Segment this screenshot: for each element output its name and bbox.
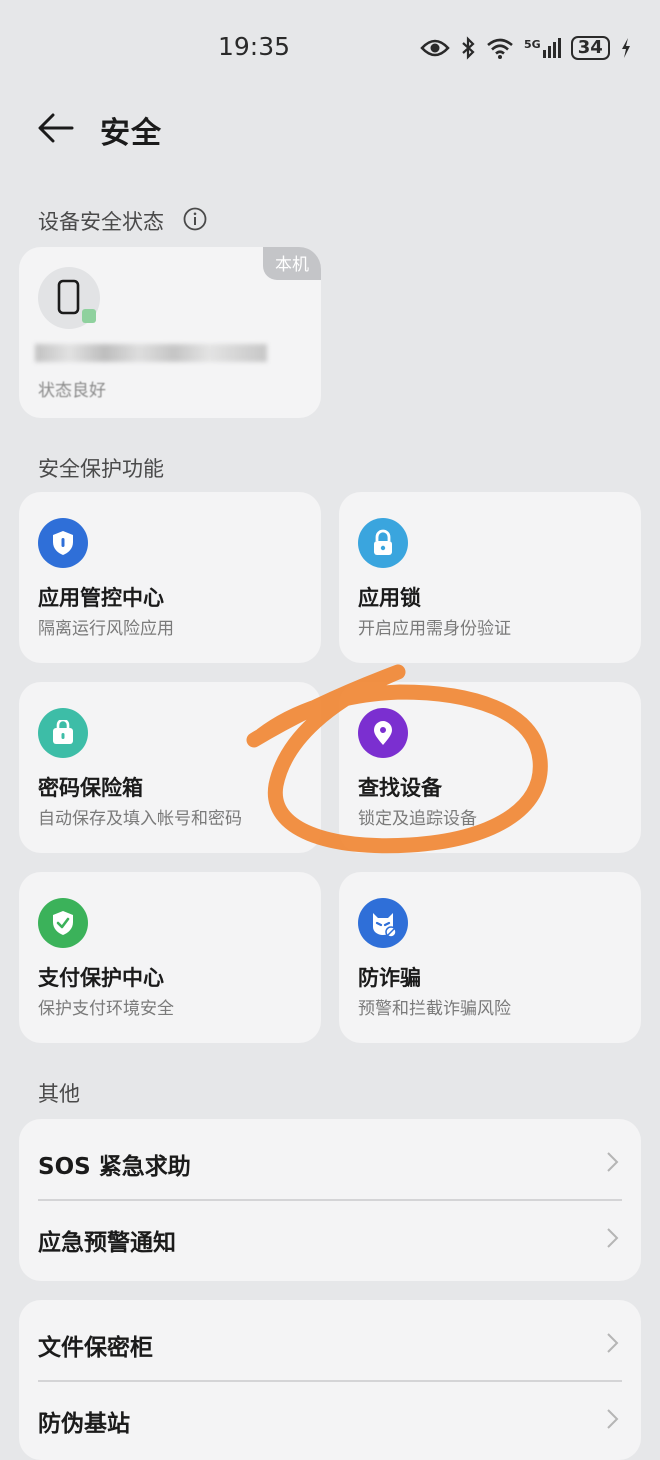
feature-subtitle: 锁定及追踪设备 (358, 809, 477, 829)
feature-subtitle: 隔离运行风险应用 (38, 619, 174, 639)
device-name-blurred (35, 344, 267, 362)
list-item-label: 应急预警通知 (38, 1230, 176, 1256)
other-list-group-2: 文件保密柜 防伪基站 (19, 1300, 641, 1460)
bluetooth-icon (462, 36, 475, 60)
list-item-label: 防伪基站 (38, 1411, 130, 1437)
location-pin-icon (358, 708, 408, 758)
wifi-icon (487, 38, 513, 59)
status-time: 19:35 (218, 32, 291, 61)
feature-card-payment-protection[interactable]: 支付保护中心 保护支付环境安全 (19, 872, 321, 1043)
list-item-label: SOS 紧急求助 (38, 1154, 191, 1180)
shield-icon (38, 518, 88, 568)
local-device-tag: 本机 (263, 247, 321, 280)
device-avatar (38, 267, 100, 329)
chevron-right-icon (607, 1228, 619, 1248)
signal-icon: 5G (524, 38, 561, 58)
feature-card-anti-fraud[interactable]: 防诈骗 预警和拦截诈骗风险 (339, 872, 641, 1043)
feature-subtitle: 开启应用需身份验证 (358, 619, 511, 639)
device-section-label: 设备安全状态 (38, 210, 164, 234)
back-arrow-icon[interactable] (36, 110, 76, 146)
feature-title: 支付保护中心 (38, 966, 164, 990)
feature-card-app-lock[interactable]: 应用锁 开启应用需身份验证 (339, 492, 641, 663)
feature-title: 应用管控中心 (38, 586, 164, 610)
eye-icon (420, 39, 450, 57)
list-item-label: 文件保密柜 (38, 1335, 153, 1361)
list-item-fake-base-station[interactable]: 防伪基站 (19, 1380, 641, 1457)
feature-card-find-device[interactable]: 查找设备 锁定及追踪设备 (339, 682, 641, 853)
feature-title: 应用锁 (358, 586, 421, 610)
chevron-right-icon (607, 1333, 619, 1353)
feature-title: 防诈骗 (358, 966, 421, 990)
feature-title: 查找设备 (358, 776, 442, 800)
other-list-group-1: SOS 紧急求助 应急预警通知 (19, 1119, 641, 1281)
network-label: 5G (524, 38, 541, 51)
list-item-sos[interactable]: SOS 紧急求助 (19, 1123, 641, 1200)
device-status-card[interactable]: 本机 状态良好 (19, 247, 321, 418)
status-icons: 5G 34 (420, 34, 632, 62)
safe-box-icon (38, 708, 88, 758)
battery-indicator: 34 (570, 36, 610, 60)
charging-icon (621, 38, 630, 58)
anti-fraud-icon (358, 898, 408, 948)
list-item-file-safe[interactable]: 文件保密柜 (19, 1304, 641, 1381)
protection-section-label: 安全保护功能 (38, 457, 164, 481)
feature-subtitle: 保护支付环境安全 (38, 999, 174, 1019)
other-section-label: 其他 (38, 1082, 80, 1106)
chevron-right-icon (607, 1409, 619, 1429)
feature-card-password-vault[interactable]: 密码保险箱 自动保存及填入帐号和密码 (19, 682, 321, 853)
shield-check-icon (38, 898, 88, 948)
feature-subtitle: 自动保存及填入帐号和密码 (38, 809, 242, 829)
feature-subtitle: 预警和拦截诈骗风险 (358, 999, 511, 1019)
lock-icon (358, 518, 408, 568)
info-icon[interactable] (183, 207, 207, 231)
feature-title: 密码保险箱 (38, 776, 143, 800)
list-item-emergency-alert[interactable]: 应急预警通知 (19, 1199, 641, 1276)
feature-card-app-control[interactable]: 应用管控中心 隔离运行风险应用 (19, 492, 321, 663)
device-status-text: 状态良好 (38, 381, 106, 401)
page-title: 安全 (100, 116, 162, 151)
phone-icon (57, 279, 96, 323)
chevron-right-icon (607, 1152, 619, 1172)
